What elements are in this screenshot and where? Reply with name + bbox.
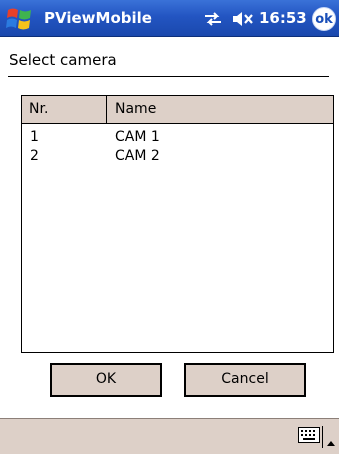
list-item-name: CAM 1 <box>115 129 160 145</box>
list-item-nr: 1 <box>30 129 39 145</box>
camera-list[interactable]: Nr. Name 1 CAM 1 2 CAM 2 <box>21 95 334 353</box>
keyboard-icon[interactable] <box>298 427 320 443</box>
page-title: Select camera <box>9 51 117 69</box>
list-item-name: CAM 2 <box>115 148 160 164</box>
cancel-button[interactable]: Cancel <box>184 363 306 397</box>
clock[interactable]: 16:53 <box>259 9 307 27</box>
sip-divider <box>322 426 323 448</box>
up-arrow-icon[interactable] <box>326 432 336 446</box>
column-header-nr[interactable]: Nr. <box>29 101 48 117</box>
list-item-nr: 2 <box>30 148 39 164</box>
volume-muted-icon[interactable] <box>231 10 255 28</box>
column-header-name[interactable]: Name <box>115 101 156 117</box>
ok-button[interactable]: OK <box>50 363 162 397</box>
heading-divider <box>8 76 329 77</box>
list-header: Nr. Name <box>22 96 333 124</box>
menu-bar <box>0 418 339 454</box>
connectivity-icon[interactable] <box>203 10 223 28</box>
list-item[interactable]: 2 CAM 2 <box>22 148 333 168</box>
list-item[interactable]: 1 CAM 1 <box>22 129 333 149</box>
title-bar: PViewMobile 16:53 ok <box>0 0 339 37</box>
windows-flag-icon[interactable] <box>4 4 36 34</box>
column-divider[interactable] <box>106 96 107 123</box>
ok-title-button[interactable]: ok <box>312 7 336 31</box>
app-title: PViewMobile <box>44 9 152 27</box>
